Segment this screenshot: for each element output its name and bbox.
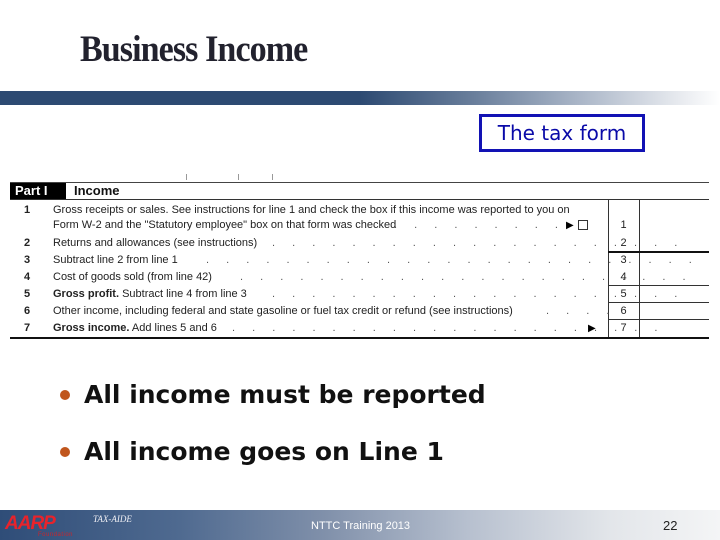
statutory-employee-checkbox[interactable] (578, 220, 588, 230)
line-number: 2 (24, 237, 31, 249)
line-text: Other income, including federal and stat… (53, 305, 513, 317)
line-text: Returns and allowances (see instructions… (53, 237, 258, 249)
line-number: 3 (24, 254, 31, 266)
arrow-icon: ▶ (588, 323, 596, 334)
line-text: Cost of goods sold (from line 42) (53, 271, 212, 283)
form-line-7: 7 Gross income. Add lines 5 and 6 . . . … (10, 320, 709, 337)
dot-leader: . . . . . . . . . . . . . . . . . . . . … (232, 322, 665, 334)
footer-training-label: NTTC Training 2013 (311, 520, 411, 532)
box-number: 4 (620, 271, 627, 283)
line-number: 7 (24, 322, 31, 334)
box-number: 6 (620, 305, 627, 317)
aarp-foundation-label: Foundation (38, 532, 74, 538)
form-line-6: 6 Other income, including federal and st… (10, 303, 709, 320)
form-tick-mark (186, 174, 187, 180)
line-number: 6 (24, 305, 31, 317)
line-number: 1 (24, 204, 31, 216)
box-number: 5 (620, 288, 627, 300)
form-bottom-rule (10, 337, 709, 339)
tax-form-callout: The tax form (479, 114, 645, 152)
form-line-4: 4 Cost of goods sold (from line 42) . . … (10, 269, 709, 286)
tax-aide-label: TAX-AIDE (93, 514, 132, 524)
line-text-rest: Add lines 5 and 6 (129, 322, 217, 334)
line-text: Gross receipts or sales. See instruction… (53, 204, 570, 216)
line-text-bold: Gross profit. (53, 288, 120, 300)
tax-form-part-i: Part I Income 1 Gross receipts or sales.… (10, 174, 709, 340)
box-number: 2 (620, 237, 627, 249)
line-text-bold: Gross income. (53, 322, 130, 334)
form-line-3: 3 Subtract line 2 from line 1 . . . . . … (10, 252, 709, 269)
form-line-2: 2 Returns and allowances (see instructio… (10, 235, 709, 252)
part-title: Income (74, 183, 120, 198)
footer-bar: AARP Foundation TAX-AIDE NTTC Training 2… (0, 510, 720, 540)
line-number: 4 (24, 271, 31, 283)
box-number: 7 (620, 322, 627, 334)
form-tick-mark (238, 174, 239, 180)
dot-leader: . . . . (546, 305, 617, 317)
form-tick-mark (272, 174, 273, 180)
bullet-item: All income must be reported (60, 380, 486, 409)
bullet-text: All income must be reported (84, 380, 486, 409)
line-text: Gross profit. Subtract line 4 from line … (53, 288, 247, 300)
title-divider-bar (0, 91, 720, 105)
line-text-rest: Subtract line 4 from line 3 (119, 288, 247, 300)
bullet-dot-icon (60, 446, 70, 457)
form-line-5: 5 Gross profit. Subtract line 4 from lin… (10, 286, 709, 303)
dot-leader: . . . . . . . . . (394, 219, 565, 231)
bullet-item: All income goes on Line 1 (60, 437, 444, 466)
line-text-continued: Form W-2 and the "Statutory employee" bo… (53, 219, 397, 231)
form-line-1-cont: Form W-2 and the "Statutory employee" bo… (10, 217, 709, 234)
line-text: Gross income. Add lines 5 and 6 (53, 322, 217, 334)
part-header: Part I Income (10, 183, 709, 200)
bullet-text: All income goes on Line 1 (84, 437, 444, 466)
line-text: Subtract line 2 from line 1 (53, 254, 178, 266)
line-number: 5 (24, 288, 31, 300)
box-number: 1 (620, 219, 627, 231)
box-number: 3 (620, 254, 627, 266)
page-number: 22 (663, 518, 678, 533)
arrow-icon: ▶ (566, 220, 574, 231)
slide-title: Business Income (80, 29, 308, 70)
bullet-dot-icon (60, 389, 70, 400)
part-label: Part I (10, 183, 66, 199)
